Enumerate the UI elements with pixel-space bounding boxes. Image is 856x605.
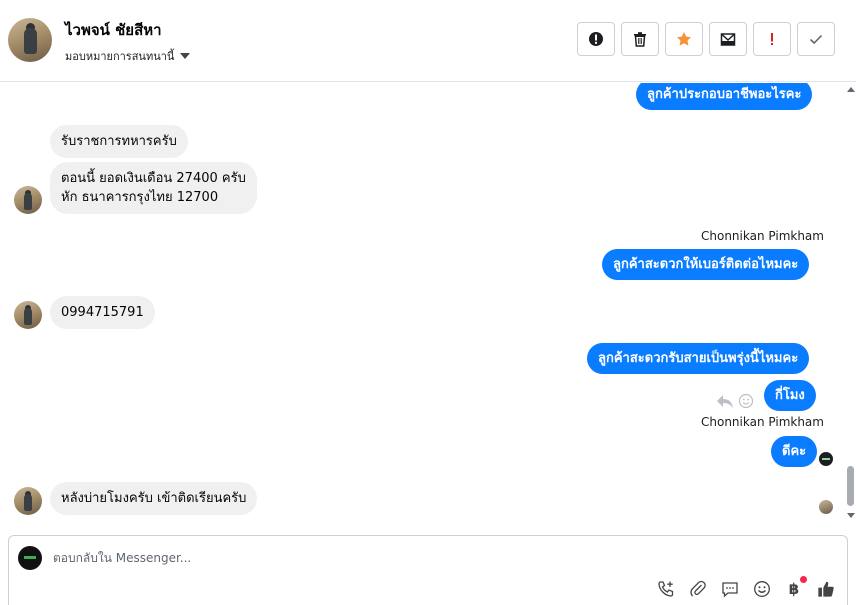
emoji-icon[interactable]	[753, 580, 771, 598]
exclamation-icon	[771, 33, 773, 45]
contact-avatar-small	[14, 487, 42, 515]
report-spam-button[interactable]	[577, 22, 615, 56]
incoming-message[interactable]: 0994715791	[50, 296, 155, 329]
scroll-up-icon[interactable]	[847, 87, 855, 92]
flag-button[interactable]	[753, 22, 791, 56]
scroll-down-icon[interactable]	[847, 513, 855, 518]
baht-payment-icon[interactable]: ฿	[785, 576, 807, 598]
delete-button[interactable]	[621, 22, 659, 56]
incoming-message[interactable]: ตอนนี้ ยอดเงินเดือน 27400 ครับ หัก ธนาคา…	[50, 162, 257, 214]
message-thread[interactable]: ลูกค้าประกอบอาชีพอะไรคะ รับราชการทหารครั…	[0, 83, 856, 523]
header-actions	[577, 22, 835, 56]
outgoing-message[interactable]: ลูกค้าสะดวกให้เบอร์ติดต่อไหมคะ	[602, 249, 810, 280]
trash-icon	[634, 32, 646, 47]
message-actions	[716, 393, 754, 409]
reply-composer: ฿	[8, 535, 848, 605]
incoming-message[interactable]: หลังบ่ายโมงครับ เข้าติดเรียนครับ	[50, 482, 258, 515]
conversation-header: ไวพจน์ ชัยสีหา มอบหมายการสนทนานี้	[0, 0, 856, 82]
seen-avatar-icon	[819, 500, 833, 514]
assign-label: มอบหมายการสนทนานี้	[65, 50, 175, 63]
contact-avatar[interactable]	[8, 18, 52, 62]
caret-down-icon	[180, 53, 191, 59]
notification-dot	[800, 576, 807, 583]
incoming-message[interactable]: รับราชการทหารครับ	[50, 125, 188, 158]
call-add-icon[interactable]	[657, 580, 675, 598]
sender-name: Chonnikan Pimkham	[701, 229, 824, 243]
mark-done-button[interactable]	[797, 22, 835, 56]
scrollbar-thumb[interactable]	[847, 466, 854, 506]
page-logo-icon	[18, 546, 42, 570]
like-icon[interactable]	[817, 580, 835, 598]
star-button[interactable]	[665, 22, 703, 56]
star-icon	[677, 32, 691, 46]
message-line: ตอนนี้ ยอดเงินเดือน 27400 ครับ	[61, 171, 246, 186]
contact-avatar-small	[14, 186, 42, 214]
reply-input[interactable]	[53, 548, 753, 568]
baht-symbol: ฿	[788, 580, 800, 598]
mark-unread-button[interactable]	[709, 22, 747, 56]
contact-avatar-small	[14, 301, 42, 329]
outgoing-message[interactable]: ลูกค้าสะดวกรับสายเป็นพรุ่งนี้ไหมคะ	[587, 343, 810, 374]
quick-reply-icon[interactable]	[721, 580, 739, 598]
check-icon	[809, 34, 823, 45]
reply-icon[interactable]	[716, 393, 734, 409]
react-emoji-icon[interactable]	[738, 393, 754, 409]
outgoing-message[interactable]: กี่โมง	[764, 380, 816, 411]
composer-toolbar: ฿	[657, 576, 835, 598]
message-line: หัก ธนาคารกรุงไทย 12700	[61, 190, 219, 205]
envelope-icon	[720, 33, 736, 46]
attachment-icon[interactable]	[689, 580, 707, 598]
assign-conversation-dropdown[interactable]: มอบหมายการสนทนานี้	[65, 47, 191, 65]
scrollbar[interactable]	[845, 83, 856, 523]
sender-name: Chonnikan Pimkham	[701, 415, 824, 429]
contact-name[interactable]: ไวพจน์ ชัยสีหา	[65, 18, 162, 42]
outgoing-message[interactable]: ลูกค้าประกอบอาชีพอะไรคะ	[636, 83, 813, 110]
exclamation-circle-icon	[589, 32, 603, 46]
read-receipt-icon	[819, 452, 833, 466]
outgoing-message[interactable]: ดีคะ	[771, 436, 818, 467]
